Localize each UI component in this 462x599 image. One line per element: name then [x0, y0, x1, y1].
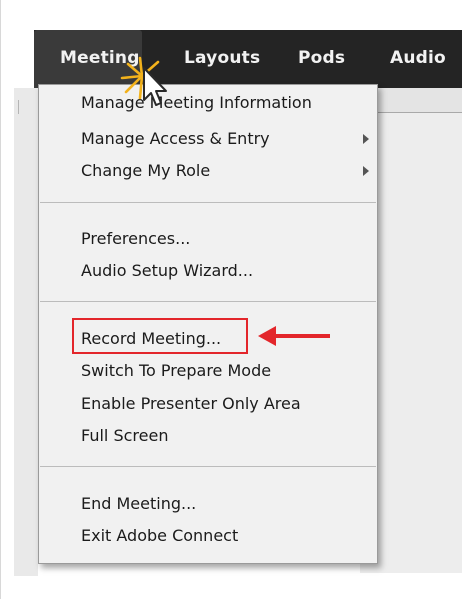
- menu-item-change-my-role[interactable]: Change My Role: [81, 161, 210, 181]
- menu-item-manage-meeting-information[interactable]: Manage Meeting Information: [81, 93, 312, 113]
- menu-item-manage-access-entry[interactable]: Manage Access & Entry: [81, 129, 270, 149]
- menu-item-enable-presenter-only-area[interactable]: Enable Presenter Only Area: [81, 394, 301, 414]
- menu-item-end-meeting[interactable]: End Meeting...: [81, 494, 196, 514]
- menu-item-preferences[interactable]: Preferences...: [81, 229, 190, 249]
- menu-pods[interactable]: Pods: [298, 30, 345, 88]
- record-meeting-highlight: [72, 318, 248, 354]
- menu-item-switch-to-prepare-mode[interactable]: Switch To Prepare Mode: [81, 361, 271, 381]
- menu-item-full-screen[interactable]: Full Screen: [81, 426, 168, 446]
- chevron-right-icon: [363, 134, 369, 144]
- red-arrow-icon: [258, 326, 330, 346]
- menu-item-audio-setup-wizard[interactable]: Audio Setup Wizard...: [81, 261, 253, 281]
- menu-audio[interactable]: Audio: [390, 30, 446, 88]
- menu-separator: [40, 466, 376, 467]
- app-left-panel: [14, 88, 38, 576]
- panel-edge-mark: [18, 100, 25, 114]
- menu-separator: [40, 202, 376, 203]
- mouse-pointer-icon: [120, 56, 167, 106]
- menu-bar: Meeting Layouts Pods Audio: [34, 30, 462, 88]
- menu-separator: [40, 301, 376, 302]
- menu-item-exit-adobe-connect[interactable]: Exit Adobe Connect: [81, 526, 238, 546]
- chevron-right-icon: [363, 166, 369, 176]
- menu-layouts[interactable]: Layouts: [184, 30, 260, 88]
